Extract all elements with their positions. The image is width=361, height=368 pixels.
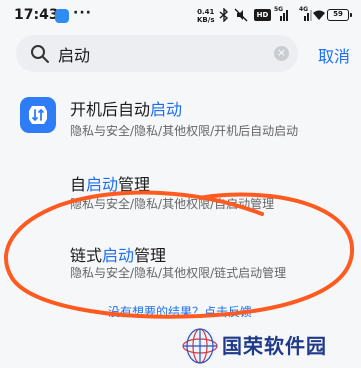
result-title-prefix: 开机后自动 — [70, 100, 151, 119]
feedback-link[interactable]: 没有想要的结果？点击反馈 — [108, 303, 252, 320]
status-time: 17:43 — [14, 7, 59, 23]
app-icon — [20, 97, 56, 133]
result-title-suffix: 管理 — [134, 246, 167, 265]
status-bar: 17:43 ··· 0.41 KB/s HD 5G 4G 59 — [0, 0, 361, 34]
result-title: 自启动管理 — [70, 171, 150, 195]
result-title-prefix: 链式 — [70, 246, 103, 265]
mute-icon — [234, 8, 248, 22]
search-icon — [31, 45, 49, 63]
signal-1-icon — [280, 10, 288, 21]
result-title-suffix: 管理 — [118, 175, 151, 194]
result-title-prefix: 自 — [70, 175, 87, 194]
more-notifications-indicator: ··· — [73, 5, 92, 21]
result-path: 隐私与安全/隐私/其他权限/开机后自动启动 — [70, 124, 299, 138]
search-box[interactable]: × — [16, 35, 298, 72]
result-title-highlight: 启动 — [102, 246, 135, 265]
result-path: 隐私与安全/隐私/其他权限/链式启动管理 — [70, 266, 287, 280]
result-title: 开机后自动启动 — [70, 96, 182, 120]
watermark-globe-icon — [182, 328, 218, 364]
result-title-highlight: 启动 — [150, 100, 183, 119]
cancel-button[interactable]: 取消 — [318, 43, 350, 67]
result-title: 链式启动管理 — [70, 242, 166, 266]
signal-2-icon — [304, 10, 312, 21]
app-notification-icon — [55, 9, 69, 23]
network-speed-value: 0.41 — [197, 8, 215, 16]
result-item-chain-start-management[interactable]: 链式启动管理 隐私与安全/隐私/其他权限/链式启动管理 — [0, 236, 361, 292]
result-path: 隐私与安全/隐私/其他权限/自启动管理 — [70, 197, 275, 211]
result-title-highlight: 启动 — [86, 175, 119, 194]
hd-badge: HD — [254, 9, 271, 21]
network-speed-unit: KB/s — [197, 16, 215, 24]
wifi-icon — [313, 10, 325, 20]
shield-arrows-icon — [29, 106, 47, 124]
watermark-text: 国荣软件园 — [222, 334, 327, 358]
result-item-autostart-management[interactable]: 自启动管理 隐私与安全/隐私/其他权限/自启动管理 — [0, 165, 361, 221]
search-input[interactable] — [58, 35, 268, 72]
battery-indicator: 59 — [327, 9, 352, 21]
result-item-boot-autostart[interactable]: 开机后自动启动 隐私与安全/隐私/其他权限/开机后自动启动 — [0, 88, 361, 144]
clear-search-icon[interactable]: × — [274, 46, 289, 61]
bluetooth-icon — [219, 8, 229, 22]
network-speed: 0.41 KB/s — [197, 8, 214, 24]
